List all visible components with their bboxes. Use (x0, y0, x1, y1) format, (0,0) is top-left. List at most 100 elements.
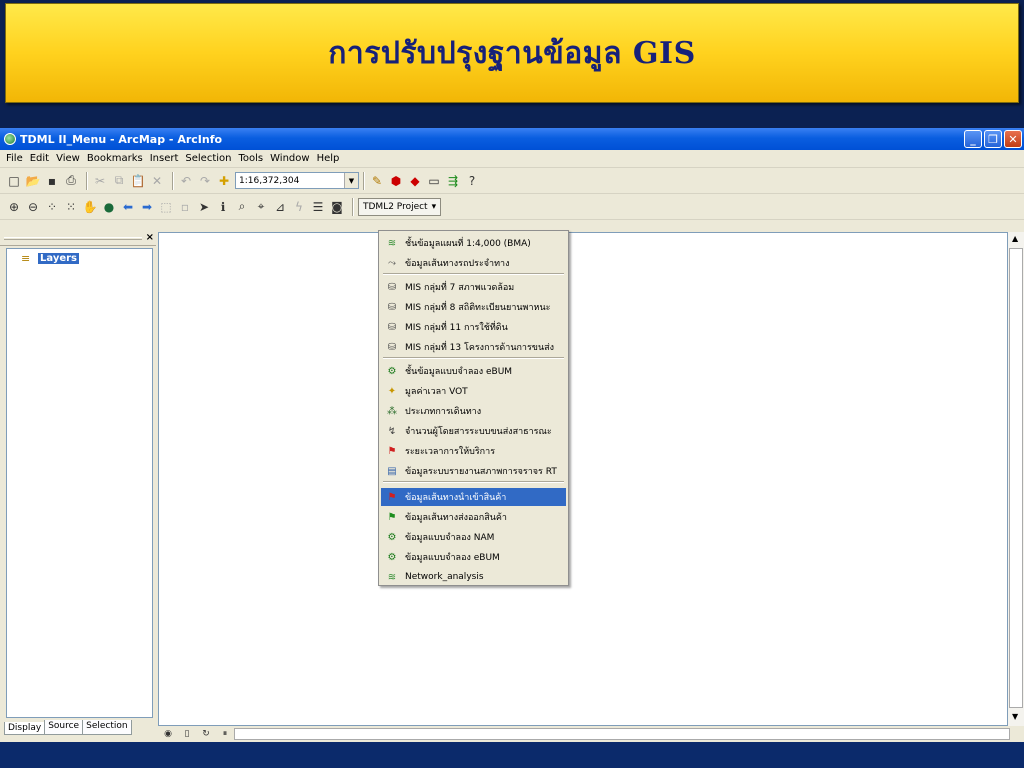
menu-window[interactable]: Window (270, 153, 309, 164)
map-bottom-bar: ◉ ▯ ↻ ⏸ ◀ (156, 726, 1024, 742)
arccatalog-icon[interactable]: ◆ (407, 173, 423, 189)
layers-node[interactable]: ≡ Layers (21, 253, 79, 264)
menu-view[interactable]: View (56, 153, 80, 164)
go-to-xy-icon[interactable]: ⌖ (253, 199, 269, 215)
refresh-icon[interactable]: ↻ (198, 726, 214, 742)
project-dropdown-button[interactable]: TDML2 Project ▾ (358, 197, 442, 216)
find-binoculars-icon[interactable]: ⌕ (234, 199, 250, 215)
copy-icon[interactable]: ⧉ (111, 173, 127, 189)
project-menu-item-label: ชั้นข้อมูลแผนที่ 1:4,000 (BMA) (405, 239, 531, 249)
whats-this-icon[interactable]: ? (464, 173, 480, 189)
tab-display[interactable]: Display (4, 722, 46, 735)
back-extent-icon[interactable]: ⬅ (120, 199, 136, 215)
chevron-down-icon[interactable]: ▼ (344, 173, 358, 188)
fixed-zoom-out-icon[interactable]: ⁙ (63, 199, 79, 215)
database-icon: ⛁ (387, 301, 397, 313)
undo-icon[interactable]: ↶ (178, 173, 194, 189)
measure-icon[interactable]: ⊿ (272, 199, 288, 215)
map-scale-input[interactable]: 1:16,372,304 ▼ (235, 172, 359, 189)
close-icon[interactable]: × (146, 232, 154, 243)
time-slider-icon[interactable]: ◙ (329, 199, 345, 215)
project-menu-item[interactable]: ⛁ MIS กลุ่มที่ 13 โครงการด้านการขนส่ง (381, 338, 566, 356)
map-display-area[interactable] (158, 232, 1008, 726)
report-icon: ▤ (387, 465, 397, 477)
star-icon: ✦ (387, 385, 397, 397)
project-menu-item[interactable]: ≋ ชั้นข้อมูลแผนที่ 1:4,000 (BMA) (381, 234, 566, 252)
project-menu-item-label: ข้อมูลแบบจำลอง NAM (405, 533, 495, 543)
horizontal-scrollbar[interactable] (234, 728, 1010, 740)
arctoolbox-icon[interactable]: ⬢ (388, 173, 404, 189)
menu-file[interactable]: File (6, 153, 23, 164)
tab-selection[interactable]: Selection (82, 720, 132, 735)
project-menu-item[interactable]: ⛁ MIS กลุ่มที่ 11 การใช้ที่ดิน (381, 318, 566, 336)
project-menu-item[interactable]: ⚙ ชั้นข้อมูลแบบจำลอง eBUM (381, 362, 566, 380)
project-menu-item-label: ชั้นข้อมูลแบบจำลอง eBUM (405, 367, 513, 377)
open-folder-icon[interactable]: 📂 (25, 173, 41, 189)
select-elements-arrow-icon[interactable]: ➤ (196, 199, 212, 215)
project-menu-item[interactable]: ⚑ ข้อมูลเส้นทางนำเข้าสินค้า (381, 488, 566, 506)
print-icon[interactable]: ⎙ (63, 173, 79, 189)
project-menu-item-label: ระยะเวลาการให้บริการ (405, 447, 496, 457)
tab-source[interactable]: Source (44, 720, 84, 735)
vertical-scrollbar[interactable]: ▲ ▼ (1008, 232, 1024, 726)
window-title: TDML II_Menu - ArcMap - ArcInfo (20, 132, 223, 146)
html-popup-icon[interactable]: ☰ (310, 199, 326, 215)
clear-selection-icon[interactable]: ▫ (177, 199, 193, 215)
pause-drawing-icon[interactable]: ⏸ (217, 726, 233, 742)
project-menu-item[interactable]: ▤ ข้อมูลระบบรายงานสภาพการจราจร RT (381, 462, 566, 480)
project-menu-item[interactable]: ⤳ ข้อมูลเส้นทางรถประจำทาง (381, 254, 566, 272)
arcmap-globe-icon (4, 133, 16, 145)
standard-toolbar: □ 📂 ▪ ⎙ ✂ ⧉ 📋 ✕ ↶ ↷ ✚ 1:16,372,304 ▼ ✎ ⬢… (0, 168, 1024, 194)
full-extent-globe-icon[interactable]: ● (101, 199, 117, 215)
database-icon: ⛁ (387, 321, 397, 333)
project-menu-item[interactable]: ✦ มูลค่าเวลา VOT (381, 382, 566, 400)
identify-icon[interactable]: ℹ (215, 199, 231, 215)
hyperlink-icon[interactable]: ϟ (291, 199, 307, 215)
menu-edit[interactable]: Edit (30, 153, 49, 164)
project-menu-item-label: ข้อมูลแบบจำลอง eBUM (405, 553, 500, 563)
zoom-in-icon[interactable]: ⊕ (6, 199, 22, 215)
toc-grip[interactable] (4, 237, 142, 240)
zoom-out-icon[interactable]: ⊖ (25, 199, 41, 215)
menu-insert[interactable]: Insert (150, 153, 179, 164)
paste-icon[interactable]: 📋 (130, 173, 146, 189)
select-features-icon[interactable]: ⬚ (158, 199, 174, 215)
editor-toolbar-icon[interactable]: ✎ (369, 173, 385, 189)
scroll-up-arrow-icon[interactable]: ▲ (1012, 234, 1018, 243)
project-menu-item[interactable]: ⛁ MIS กลุ่มที่ 8 สถิติทะเบียนยานพาหนะ (381, 298, 566, 316)
minimize-button[interactable]: _ (964, 130, 982, 148)
delete-icon[interactable]: ✕ (149, 173, 165, 189)
new-document-icon[interactable]: □ (6, 173, 22, 189)
project-menu-item[interactable]: ⛁ MIS กลุ่มที่ 7 สภาพแวดล้อม (381, 278, 566, 296)
menu-help[interactable]: Help (317, 153, 340, 164)
menu-bookmarks[interactable]: Bookmarks (87, 153, 143, 164)
project-menu-item[interactable]: ⁂ ประเภทการเดินทาง (381, 402, 566, 420)
project-dropdown-label: TDML2 Project (363, 201, 428, 212)
redo-icon[interactable]: ↷ (197, 173, 213, 189)
close-button[interactable]: ✕ (1004, 130, 1022, 148)
project-menu-item[interactable]: ⚑ ระยะเวลาการให้บริการ (381, 442, 566, 460)
scroll-track[interactable] (1009, 248, 1023, 708)
project-menu-item[interactable]: ⚙ ข้อมูลแบบจำลอง NAM (381, 528, 566, 546)
project-menu-item[interactable]: ≋ Network_analysis (381, 568, 566, 586)
project-menu-item[interactable]: ⚙ ข้อมูลแบบจำลอง eBUM (381, 548, 566, 566)
forward-extent-icon[interactable]: ➡ (139, 199, 155, 215)
scroll-down-arrow-icon[interactable]: ▼ (1012, 712, 1018, 721)
fixed-zoom-in-icon[interactable]: ⁘ (44, 199, 60, 215)
project-menu-item-label: จำนวนผู้โดยสารระบบขนส่งสาธารณะ (405, 427, 552, 437)
cut-icon[interactable]: ✂ (92, 173, 108, 189)
layout-view-icon[interactable]: ▯ (179, 726, 195, 742)
menu-separator (383, 481, 564, 483)
project-menu-item[interactable]: ↯ จำนวนผู้โดยสารระบบขนส่งสาธารณะ (381, 422, 566, 440)
menu-tools[interactable]: Tools (239, 153, 264, 164)
add-data-icon[interactable]: ✚ (216, 173, 232, 189)
title-bar[interactable]: TDML II_Menu - ArcMap - ArcInfo _ ❐ ✕ (0, 128, 1024, 150)
command-line-icon[interactable]: ▭ (426, 173, 442, 189)
model-builder-icon[interactable]: ⇶ (445, 173, 461, 189)
maximize-button[interactable]: ❐ (984, 130, 1002, 148)
pan-hand-icon[interactable]: ✋ (82, 199, 98, 215)
data-view-icon[interactable]: ◉ (160, 726, 176, 742)
save-icon[interactable]: ▪ (44, 173, 60, 189)
project-menu-item[interactable]: ⚑ ข้อมูลเส้นทางส่งออกสินค้า (381, 508, 566, 526)
menu-selection[interactable]: Selection (185, 153, 231, 164)
